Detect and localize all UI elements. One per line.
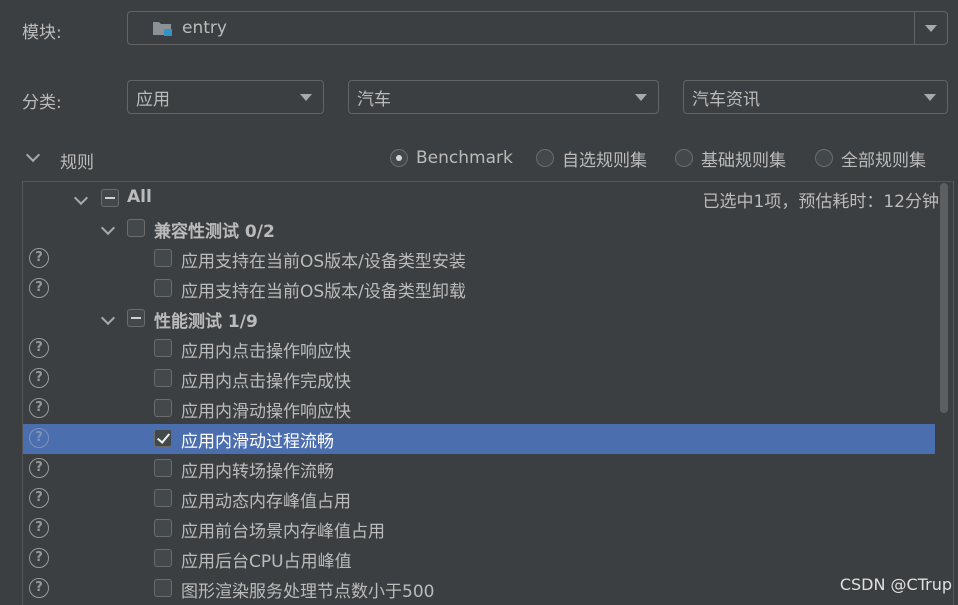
category-select-3[interactable]: 汽车资讯 bbox=[683, 80, 948, 114]
item-label: 应用支持在当前OS版本/设备类型安装 bbox=[181, 252, 466, 272]
item-checkbox-checked[interactable] bbox=[154, 429, 172, 447]
tree-item-row-selected[interactable]: ? 应用内滑动过程流畅 bbox=[23, 424, 935, 454]
chevron-down-icon bbox=[924, 94, 936, 101]
item-checkbox[interactable] bbox=[154, 549, 172, 567]
tree-item-row[interactable]: ? 应用内转场操作流畅 bbox=[23, 454, 935, 484]
tree-item-row[interactable]: ? 应用内点击操作完成快 bbox=[23, 364, 935, 394]
root-label: All bbox=[127, 187, 152, 207]
tree-scrollbar-thumb[interactable] bbox=[940, 183, 948, 413]
category-label: 分类: bbox=[22, 93, 62, 113]
item-checkbox[interactable] bbox=[154, 579, 172, 597]
help-circle-icon[interactable]: ? bbox=[29, 428, 49, 448]
help-circle-icon[interactable]: ? bbox=[29, 338, 49, 358]
chevron-down-icon[interactable] bbox=[100, 310, 116, 326]
selection-summary: 已选中1项，预估耗时：12分钟 bbox=[702, 192, 939, 212]
item-checkbox[interactable] bbox=[154, 279, 172, 297]
radio-unselected-icon bbox=[815, 149, 833, 167]
help-circle-icon[interactable]: ? bbox=[29, 548, 49, 568]
tree-item-row[interactable]: ? 应用前台场景内存峰值占用 bbox=[23, 514, 935, 544]
help-circle-icon[interactable]: ? bbox=[29, 578, 49, 598]
group-label: 兼容性测试 0/2 bbox=[154, 222, 275, 242]
item-checkbox[interactable] bbox=[154, 339, 172, 357]
item-checkbox[interactable] bbox=[154, 459, 172, 477]
item-label: 应用内转场操作流畅 bbox=[181, 462, 334, 482]
module-value: entry bbox=[182, 18, 227, 38]
help-circle-icon[interactable]: ? bbox=[29, 458, 49, 478]
help-circle-icon[interactable]: ? bbox=[29, 488, 49, 508]
item-checkbox[interactable] bbox=[154, 519, 172, 537]
category-select-2[interactable]: 汽车 bbox=[348, 80, 659, 114]
module-select[interactable]: entry bbox=[127, 11, 916, 45]
group-checkbox[interactable] bbox=[127, 309, 145, 327]
rules-tree: All 已选中1项，预估耗时：12分钟 兼容性测试 0/2 ? 应用支持在当前O… bbox=[22, 181, 954, 605]
module-dropdown-button[interactable] bbox=[914, 11, 948, 45]
help-circle-icon[interactable]: ? bbox=[29, 248, 49, 268]
item-label: 应用内点击操作完成快 bbox=[181, 372, 351, 392]
help-circle-icon[interactable]: ? bbox=[29, 278, 49, 298]
item-checkbox[interactable] bbox=[154, 369, 172, 387]
item-label: 应用支持在当前OS版本/设备类型卸载 bbox=[181, 282, 466, 302]
item-label: 应用前台场景内存峰值占用 bbox=[181, 522, 385, 542]
chevron-down-icon bbox=[300, 94, 312, 101]
item-checkbox[interactable] bbox=[154, 489, 172, 507]
item-label: 应用动态内存峰值占用 bbox=[181, 492, 351, 512]
category-select-1-value: 应用 bbox=[136, 89, 170, 110]
radio-unselected-icon bbox=[675, 149, 693, 167]
tree-item-row[interactable]: ? 应用支持在当前OS版本/设备类型卸载 bbox=[23, 274, 935, 304]
module-folder-icon bbox=[152, 19, 174, 37]
chevron-down-icon[interactable] bbox=[73, 190, 89, 206]
item-label: 应用后台CPU占用峰值 bbox=[181, 552, 352, 572]
help-circle-icon[interactable]: ? bbox=[29, 518, 49, 538]
rules-label: 规则 bbox=[60, 153, 94, 173]
item-checkbox[interactable] bbox=[154, 399, 172, 417]
radio-benchmark[interactable]: Benchmark bbox=[390, 145, 513, 171]
radio-basic-ruleset-label: 基础规则集 bbox=[701, 150, 786, 171]
radio-custom-ruleset-label: 自选规则集 bbox=[562, 150, 647, 171]
item-label: 应用内滑动操作响应快 bbox=[181, 402, 351, 422]
root-checkbox[interactable] bbox=[101, 189, 119, 207]
watermark: CSDN @CTrup bbox=[839, 575, 952, 594]
tree-group-row[interactable]: 性能测试 1/9 bbox=[23, 304, 935, 334]
tree-item-row[interactable]: ? 图形渲染服务处理节点数小于500 bbox=[23, 574, 935, 604]
help-circle-icon[interactable]: ? bbox=[29, 398, 49, 418]
group-label: 性能测试 1/9 bbox=[154, 312, 258, 332]
chevron-down-icon[interactable] bbox=[100, 220, 116, 236]
tree-group-row[interactable]: 兼容性测试 0/2 bbox=[23, 214, 935, 244]
help-circle-icon[interactable]: ? bbox=[29, 368, 49, 388]
item-checkbox[interactable] bbox=[154, 249, 172, 267]
radio-all-ruleset[interactable]: 全部规则集 bbox=[815, 145, 926, 171]
tree-item-row[interactable]: ? 应用内点击操作响应快 bbox=[23, 334, 935, 364]
radio-selected-icon bbox=[390, 149, 408, 167]
radio-all-ruleset-label: 全部规则集 bbox=[841, 150, 926, 171]
chevron-down-icon bbox=[635, 94, 647, 101]
radio-basic-ruleset[interactable]: 基础规则集 bbox=[675, 145, 786, 171]
chevron-down-icon bbox=[925, 25, 937, 32]
item-label: 应用内点击操作响应快 bbox=[181, 342, 351, 362]
tree-item-row[interactable]: ? 应用内滑动操作响应快 bbox=[23, 394, 935, 424]
tree-item-row[interactable]: ? 应用后台CPU占用峰值 bbox=[23, 544, 935, 574]
tree-root-row[interactable]: All 已选中1项，预估耗时：12分钟 bbox=[23, 184, 939, 214]
item-label: 应用内滑动过程流畅 bbox=[181, 432, 334, 452]
group-checkbox[interactable] bbox=[127, 219, 145, 237]
radio-custom-ruleset[interactable]: 自选规则集 bbox=[536, 145, 647, 171]
category-select-2-value: 汽车 bbox=[357, 89, 391, 110]
module-label: 模块: bbox=[22, 23, 62, 43]
category-select-1[interactable]: 应用 bbox=[127, 80, 324, 114]
tree-item-row[interactable]: ? 应用支持在当前OS版本/设备类型安装 bbox=[23, 244, 935, 274]
category-select-3-value: 汽车资讯 bbox=[692, 89, 760, 110]
rules-collapse-icon[interactable] bbox=[25, 147, 41, 163]
tree-item-row[interactable]: ? 应用动态内存峰值占用 bbox=[23, 484, 935, 514]
radio-unselected-icon bbox=[536, 149, 554, 167]
item-label: 图形渲染服务处理节点数小于500 bbox=[181, 582, 435, 602]
radio-benchmark-label: Benchmark bbox=[416, 148, 513, 168]
